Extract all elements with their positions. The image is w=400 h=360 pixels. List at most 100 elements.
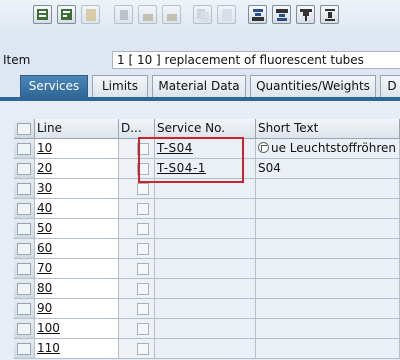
line-cell[interactable]: 10 (35, 139, 119, 159)
row-selector[interactable] (14, 299, 35, 319)
select-all-icon[interactable] (33, 5, 52, 24)
short-text-cell[interactable] (256, 239, 400, 259)
service-no-cell[interactable] (155, 219, 256, 239)
copy-icon[interactable] (193, 5, 212, 24)
row-selector-box[interactable] (17, 143, 31, 155)
line-cell[interactable]: 110 (35, 339, 119, 359)
table-row[interactable]: 50 (14, 219, 400, 239)
short-text-cell[interactable] (256, 259, 400, 279)
row-checkbox[interactable] (137, 303, 149, 315)
row-selector[interactable] (14, 259, 35, 279)
row-selector-box[interactable] (17, 163, 31, 175)
insert-icon[interactable] (217, 5, 236, 24)
filter-icon[interactable] (296, 5, 315, 24)
table-row[interactable]: 100 (14, 319, 400, 339)
short-text-cell[interactable] (256, 339, 400, 359)
row-selector-box[interactable] (17, 323, 31, 335)
column-header-service-no[interactable]: Service No. (155, 119, 256, 139)
row-selector[interactable] (14, 279, 35, 299)
d-cell[interactable] (119, 259, 155, 279)
row-selector-box[interactable] (17, 203, 31, 215)
line-cell[interactable]: 40 (35, 199, 119, 219)
table-row[interactable]: 90 (14, 299, 400, 319)
sort-descending-icon[interactable] (272, 5, 291, 24)
short-text-cell[interactable] (256, 179, 400, 199)
select-block-icon[interactable] (57, 5, 76, 24)
row-selector[interactable] (14, 339, 35, 359)
line-cell[interactable]: 30 (35, 179, 119, 199)
table-row[interactable]: 40 (14, 199, 400, 219)
column-header-short-text[interactable]: Short Text (256, 119, 400, 139)
deselect-icon[interactable] (81, 5, 100, 24)
delete-icon[interactable] (114, 5, 133, 24)
table-row[interactable]: 70 (14, 259, 400, 279)
row-checkbox[interactable] (137, 283, 149, 295)
d-cell[interactable] (119, 199, 155, 219)
table-row[interactable]: 60 (14, 239, 400, 259)
row-selector[interactable] (14, 319, 35, 339)
short-text-cell[interactable]: ue Leuchtstoffröhren liefe (256, 139, 400, 159)
line-cell[interactable]: 20 (35, 159, 119, 179)
row-selector-box[interactable] (17, 343, 31, 355)
service-no-cell[interactable] (155, 199, 256, 219)
line-cell[interactable]: 80 (35, 279, 119, 299)
service-no-cell[interactable] (155, 339, 256, 359)
line-cell[interactable]: 70 (35, 259, 119, 279)
d-cell[interactable] (119, 239, 155, 259)
line-number[interactable]: 80 (37, 281, 52, 295)
line-number[interactable]: 70 (37, 261, 52, 275)
row-checkbox[interactable] (137, 343, 149, 355)
service-no-cell[interactable] (155, 319, 256, 339)
row-selector-box[interactable] (17, 223, 31, 235)
row-checkbox[interactable] (137, 183, 149, 195)
line-cell[interactable]: 50 (35, 219, 119, 239)
tab-d[interactable]: D (380, 75, 400, 97)
d-cell[interactable] (119, 279, 155, 299)
row-selector[interactable] (14, 139, 35, 159)
line-cell[interactable]: 90 (35, 299, 119, 319)
row-selector-box[interactable] (17, 263, 31, 275)
tab-material-data[interactable]: Material Data (152, 75, 246, 97)
column-header-d[interactable]: D... (119, 119, 155, 139)
line-number[interactable]: 100 (37, 321, 60, 335)
d-cell[interactable] (119, 299, 155, 319)
tab-limits[interactable]: Limits (92, 75, 148, 97)
row-selector-box[interactable] (17, 283, 31, 295)
row-checkbox[interactable] (137, 203, 149, 215)
tab-services[interactable]: Services (20, 75, 88, 97)
row-selector[interactable] (14, 219, 35, 239)
d-cell[interactable] (119, 339, 155, 359)
line-number[interactable]: 50 (37, 221, 52, 235)
service-no-cell[interactable] (155, 239, 256, 259)
short-text-cell[interactable] (256, 279, 400, 299)
short-text-cell[interactable] (256, 319, 400, 339)
service-no-cell[interactable] (155, 279, 256, 299)
row-selector[interactable] (14, 179, 35, 199)
line-number[interactable]: 60 (37, 241, 52, 255)
select-all-rows-box[interactable] (17, 123, 31, 135)
row-checkbox[interactable] (137, 223, 149, 235)
line-cell[interactable]: 100 (35, 319, 119, 339)
row-selector-box[interactable] (17, 243, 31, 255)
item-field[interactable]: 1 [ 10 ] replacement of fluorescent tube… (112, 51, 400, 69)
service-no-cell[interactable] (155, 259, 256, 279)
row-selector[interactable] (14, 199, 35, 219)
row-selector-box[interactable] (17, 303, 31, 315)
column-header-line[interactable]: Line (35, 119, 119, 139)
row-checkbox[interactable] (137, 243, 149, 255)
row-checkbox[interactable] (137, 263, 149, 275)
select-all-rows-cell[interactable] (14, 119, 35, 139)
line-number[interactable]: 10 (37, 141, 52, 155)
row-checkbox[interactable] (137, 323, 149, 335)
short-text-cell[interactable] (256, 199, 400, 219)
unlock-icon[interactable] (162, 5, 181, 24)
row-selector-box[interactable] (17, 183, 31, 195)
short-text-cell[interactable]: S04 (256, 159, 400, 179)
line-number[interactable]: 30 (37, 181, 52, 195)
total-icon[interactable] (320, 5, 339, 24)
table-row[interactable]: 110 (14, 339, 400, 359)
service-no-cell[interactable] (155, 299, 256, 319)
lock-icon[interactable] (138, 5, 157, 24)
line-number[interactable]: 110 (37, 341, 60, 355)
short-text-cell[interactable] (256, 299, 400, 319)
